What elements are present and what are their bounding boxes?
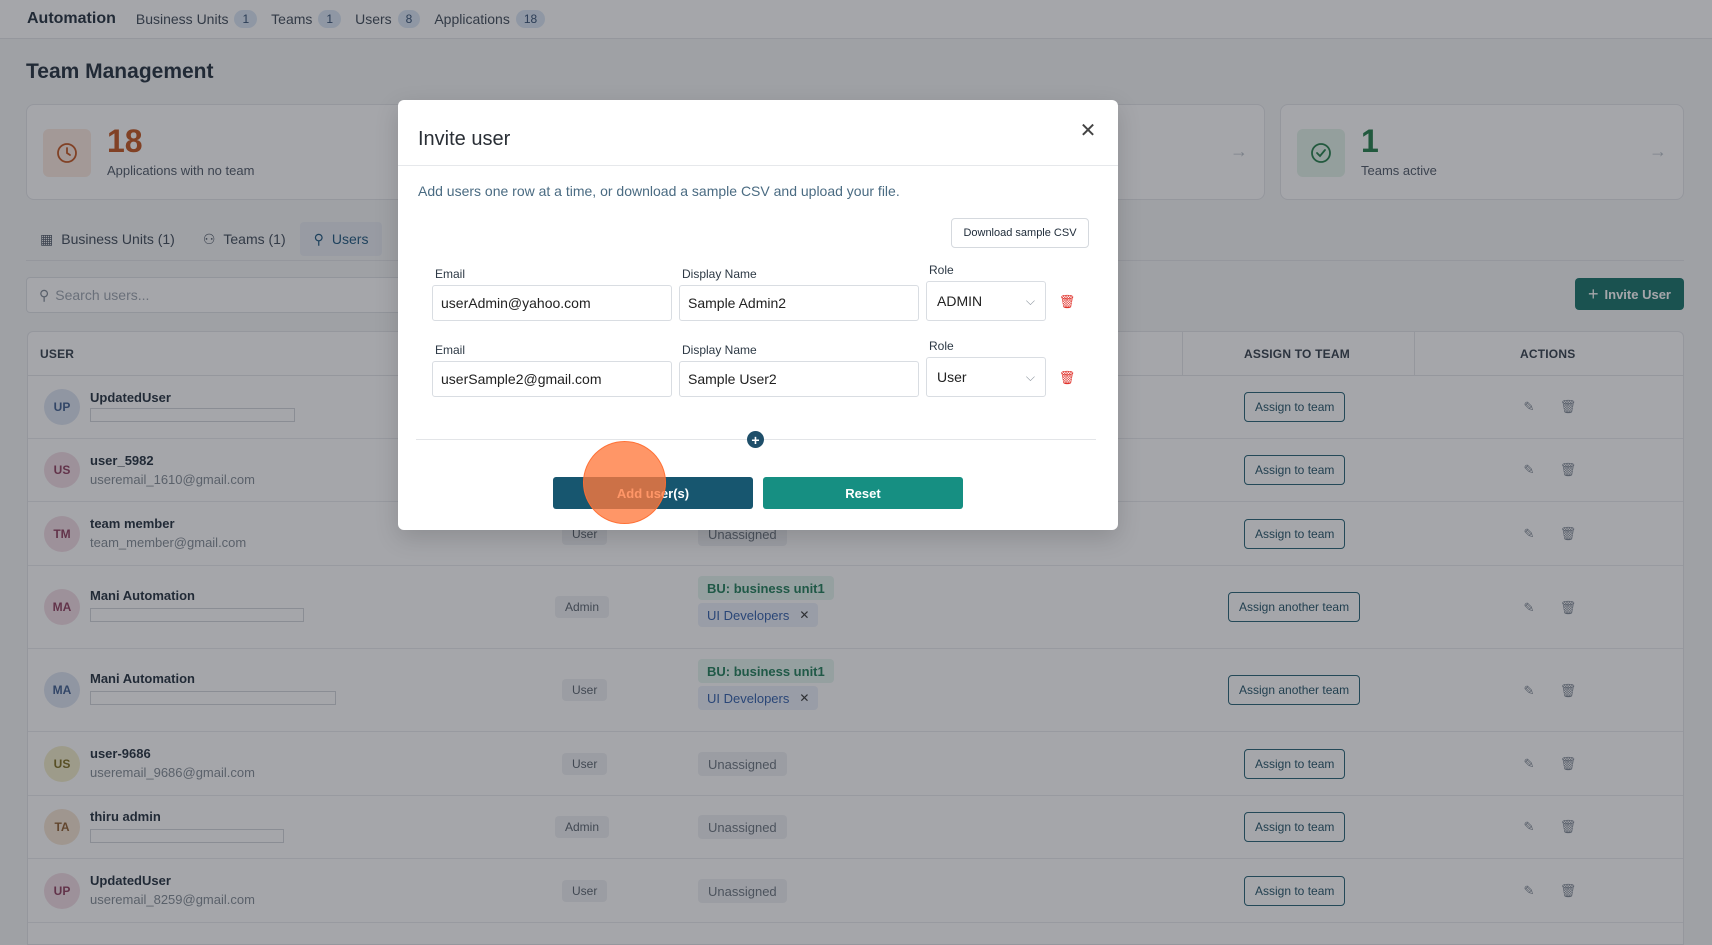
modal-divider	[398, 165, 1118, 166]
display-name-field[interactable]: Sample Admin2	[679, 285, 919, 321]
add-users-button[interactable]: Add user(s)	[553, 477, 753, 509]
chevron-down-icon: ⌵	[1025, 293, 1035, 308]
delete-row-icon[interactable]: 🗑	[1058, 293, 1076, 311]
role-label: Role	[929, 339, 954, 353]
email-label: Email	[435, 343, 466, 357]
modal-description: Add users one row at a time, or download…	[418, 183, 900, 199]
email-label: Email	[435, 267, 466, 281]
display-name-label: Display Name	[682, 267, 757, 281]
role-label: Role	[929, 263, 954, 277]
close-icon[interactable]: ✕	[1076, 118, 1100, 142]
modal-title: Invite user	[418, 128, 511, 150]
role-select-value: ADMIN	[937, 293, 983, 309]
invite-user-modal: Invite user ✕ Add users one row at a tim…	[398, 100, 1118, 530]
role-select-value: User	[937, 369, 967, 385]
role-select[interactable]: ADMIN ⌵	[926, 281, 1046, 321]
download-sample-csv-button[interactable]: Download sample CSV	[951, 218, 1089, 248]
email-field[interactable]: userAdmin@yahoo.com	[432, 285, 672, 321]
chevron-down-icon: ⌵	[1025, 369, 1035, 384]
reset-button[interactable]: Reset	[763, 477, 963, 509]
display-name-field[interactable]: Sample User2	[679, 361, 919, 397]
email-field[interactable]: userSample2@gmail.com	[432, 361, 672, 397]
role-select[interactable]: User ⌵	[926, 357, 1046, 397]
display-name-label: Display Name	[682, 343, 757, 357]
add-row-plus-icon[interactable]: +	[747, 431, 764, 448]
delete-row-icon[interactable]: 🗑	[1058, 369, 1076, 387]
